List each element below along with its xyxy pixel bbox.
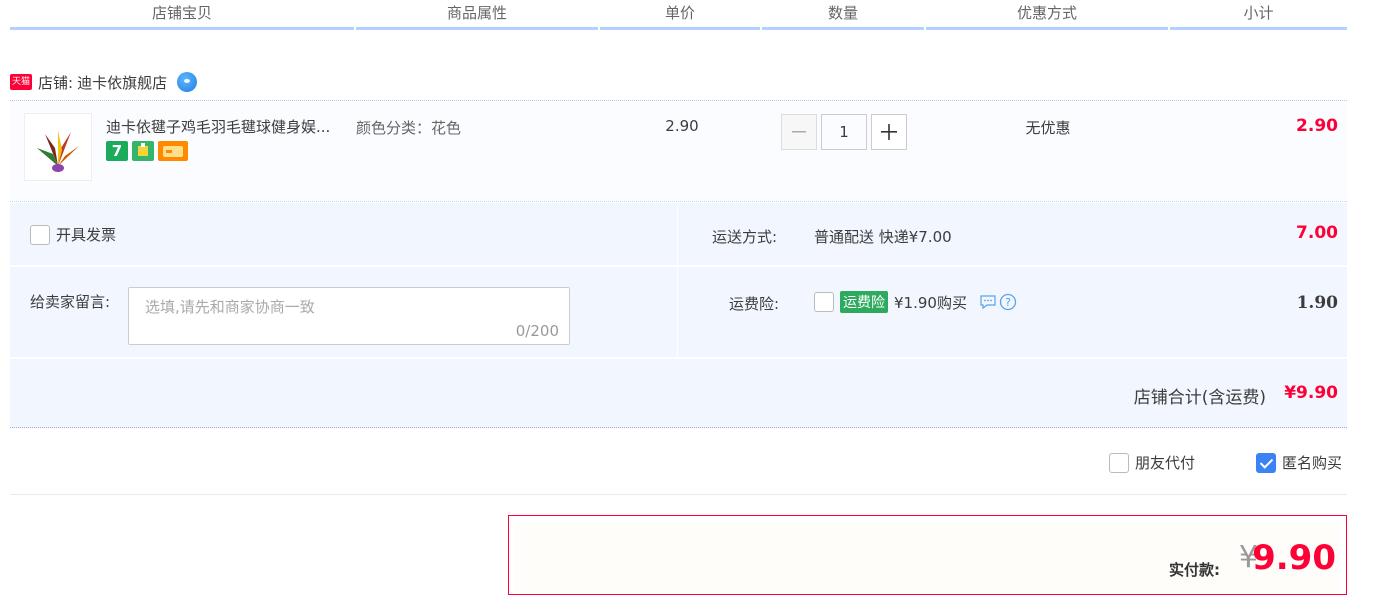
anonymous-option: 匿名购买: [1256, 452, 1342, 473]
promotion-text: 无优惠: [1025, 119, 1071, 137]
invoice-option: 开具发票: [30, 224, 116, 245]
insurance-checkbox[interactable]: [814, 292, 834, 312]
shop-total-label: 店铺合计(含运费): [1133, 388, 1266, 408]
item-subtotal: 2.90: [1296, 116, 1338, 136]
shop-name-link[interactable]: 迪卡依旗舰店: [77, 72, 167, 93]
col-header-promotion: 优惠方式: [926, 0, 1168, 30]
shop-total-amount: ¥9.90: [1284, 383, 1338, 403]
anonymous-checkbox[interactable]: [1256, 452, 1276, 473]
help-icon[interactable]: ?: [999, 293, 1017, 311]
col-header-item: 店铺宝贝: [10, 0, 354, 30]
divider: [10, 494, 1347, 495]
svg-text:?: ?: [1005, 296, 1011, 309]
product-thumbnail[interactable]: [24, 113, 92, 181]
insurance-price: ¥1.90购买: [894, 293, 967, 312]
chat-icon[interactable]: [979, 294, 997, 310]
insurance-label: 运费险:: [729, 295, 780, 313]
message-char-count: 0/200: [515, 322, 559, 340]
payment-label: 实付款:: [1169, 561, 1220, 579]
product-title-link[interactable]: 迪卡依毽子鸡毛羽毛毽球健身娱...: [106, 116, 351, 137]
wangwang-chat-icon[interactable]: [177, 72, 198, 92]
insurance-option: 运费险 ¥1.90购买 ?: [814, 291, 1017, 313]
shop-label: 店铺:: [38, 73, 74, 92]
payment-amount: 9.90: [1252, 538, 1336, 578]
seller-message-input[interactable]: 选填,请先和商家协商一致 0/200: [128, 287, 570, 345]
insurance-amount: 1.90: [1296, 293, 1338, 313]
card-icon: [158, 141, 188, 161]
friend-pay-checkbox[interactable]: [1109, 452, 1129, 473]
invoice-label: 开具发票: [56, 226, 117, 244]
plus-icon: [881, 124, 897, 140]
service-badges: 7: [106, 141, 188, 161]
minus-icon: [792, 131, 806, 133]
warranty-icon: [132, 141, 154, 161]
col-header-price: 单价: [600, 0, 760, 30]
divider: [677, 203, 678, 357]
friend-pay-label: 朋友代付: [1135, 454, 1196, 472]
divider: [10, 265, 1347, 267]
friend-pay-option: 朋友代付: [1109, 452, 1195, 473]
seven-day-return-icon: 7: [106, 141, 128, 161]
quantity-stepper: 1: [781, 114, 907, 150]
tmall-icon: 天猫: [10, 74, 32, 90]
shipping-label: 运送方式:: [712, 228, 778, 246]
unit-price: 2.90: [665, 117, 699, 135]
shipping-method: 普通配送 快递¥7.00: [814, 228, 952, 246]
product-property: 颜色分类：花色: [356, 119, 462, 137]
message-placeholder: 选填,请先和商家协商一致: [145, 298, 315, 316]
insurance-tag: 运费险: [840, 291, 888, 313]
quantity-input[interactable]: 1: [821, 114, 867, 150]
payment-summary-box: [508, 515, 1347, 595]
shipping-amount: 7.00: [1296, 223, 1338, 243]
invoice-checkbox[interactable]: [30, 224, 50, 245]
message-label: 给卖家留言:: [30, 293, 111, 311]
decrease-button[interactable]: [781, 114, 817, 150]
shop-line: 天猫 店铺: 迪卡依旗舰店: [10, 70, 410, 94]
options-panel-top: [10, 203, 1347, 265]
col-header-property: 商品属性: [356, 0, 598, 30]
anonymous-label: 匿名购买: [1282, 454, 1343, 472]
table-header: 店铺宝贝 商品属性 单价 数量 优惠方式 小计: [10, 0, 1347, 30]
col-header-quantity: 数量: [762, 0, 924, 30]
increase-button[interactable]: [871, 114, 907, 150]
col-header-subtotal: 小计: [1170, 0, 1347, 30]
